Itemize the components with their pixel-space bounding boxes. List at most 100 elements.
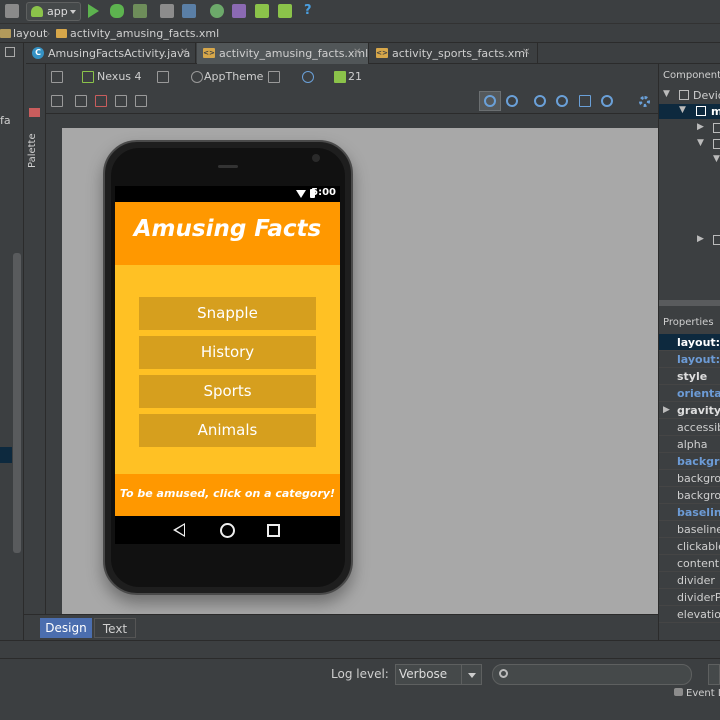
strip-scrollbar[interactable] bbox=[13, 253, 21, 553]
project-tool-icon[interactable] bbox=[5, 47, 15, 57]
property-row[interactable]: accessib bbox=[659, 419, 720, 436]
theme-select[interactable]: AppTheme bbox=[204, 70, 263, 83]
theme-icon bbox=[191, 71, 203, 83]
tree-row-device[interactable]: ▼ Devic bbox=[659, 88, 720, 103]
attach-debugger-icon[interactable] bbox=[133, 4, 147, 18]
property-row[interactable]: layout:h bbox=[659, 351, 720, 368]
activity-icon[interactable] bbox=[268, 71, 280, 83]
view-icon bbox=[713, 235, 720, 245]
android-device-icon[interactable] bbox=[255, 4, 269, 18]
category-button-animals[interactable]: Animals bbox=[139, 414, 316, 447]
property-row[interactable]: layout:w bbox=[659, 334, 720, 351]
layout-icon bbox=[696, 106, 706, 116]
orientation-icon[interactable] bbox=[157, 71, 169, 83]
tab-text[interactable]: Text bbox=[94, 618, 136, 638]
expand-arrow-icon: ▼ bbox=[663, 89, 670, 99]
project-structure-icon[interactable] bbox=[160, 4, 174, 18]
category-button-snapple[interactable]: Snapple bbox=[139, 297, 316, 330]
property-label: gravity bbox=[677, 404, 720, 417]
palette-tab[interactable]: Palette bbox=[27, 133, 38, 168]
palette-icon[interactable] bbox=[29, 108, 40, 117]
main-toolbar: app ? bbox=[0, 0, 720, 24]
run-config-select[interactable]: app bbox=[26, 2, 81, 21]
view-icon bbox=[713, 139, 720, 149]
category-button-history[interactable]: History bbox=[139, 336, 316, 369]
toggle-grid-icon[interactable] bbox=[51, 95, 63, 107]
android-sdk-icon[interactable] bbox=[5, 4, 19, 18]
log-level-label: Log level: bbox=[331, 667, 389, 681]
layout-option-icon[interactable] bbox=[75, 95, 87, 107]
tab-activity-sports-facts[interactable]: <> activity_sports_facts.xml ✕ bbox=[370, 43, 538, 64]
breadcrumb-item-layout[interactable]: layout bbox=[13, 27, 47, 40]
tree-row[interactable]: ▶ bbox=[659, 233, 720, 248]
chevron-down-icon bbox=[70, 10, 76, 14]
tree-row[interactable]: ▼ bbox=[659, 137, 720, 152]
zoom-out-icon[interactable] bbox=[556, 95, 568, 107]
resize-horizontal-icon[interactable] bbox=[115, 95, 127, 107]
component-tree-title: Component bbox=[663, 70, 720, 81]
property-row[interactable]: baseline bbox=[659, 504, 720, 521]
property-row[interactable]: style bbox=[659, 368, 720, 385]
screenshot-icon[interactable] bbox=[579, 95, 591, 107]
sync-gradle-icon[interactable] bbox=[278, 4, 292, 18]
property-row[interactable]: elevation bbox=[659, 606, 720, 623]
property-row[interactable]: alpha bbox=[659, 436, 720, 453]
breadcrumb-item-file[interactable]: activity_amusing_facts.xml bbox=[70, 27, 219, 40]
layout-variant-icon[interactable] bbox=[51, 71, 63, 83]
log-filter-combo[interactable] bbox=[708, 664, 720, 685]
property-row[interactable]: backgro bbox=[659, 487, 720, 504]
property-row[interactable]: orientat bbox=[659, 385, 720, 402]
category-button-sports[interactable]: Sports bbox=[139, 375, 316, 408]
sdk-manager-icon[interactable] bbox=[182, 4, 196, 18]
tab-design[interactable]: Design bbox=[40, 618, 92, 638]
log-search-input[interactable] bbox=[492, 664, 692, 685]
tab-activity-amusing-facts[interactable]: <> activity_amusing_facts.xml ✕ bbox=[197, 43, 369, 64]
device-select[interactable]: Nexus 4 bbox=[97, 70, 142, 83]
wifi-icon bbox=[296, 190, 306, 198]
tree-label-device: Devic bbox=[693, 89, 720, 102]
zoom-in-icon[interactable] bbox=[534, 95, 546, 107]
api-level-select[interactable]: 21 bbox=[348, 70, 362, 83]
settings-gear-icon[interactable] bbox=[639, 96, 650, 107]
clear-constraints-icon[interactable] bbox=[95, 95, 107, 107]
editor-tabs: C AmusingFactsActivity.java ✕ <> activit… bbox=[26, 43, 720, 64]
event-log-label: Event L bbox=[686, 688, 720, 699]
close-icon[interactable]: ✕ bbox=[522, 47, 530, 58]
app-body: Snapple History Sports Animals bbox=[115, 265, 340, 474]
property-row[interactable]: clickable bbox=[659, 538, 720, 555]
recents-icon[interactable] bbox=[267, 524, 280, 537]
close-icon[interactable]: ✕ bbox=[353, 47, 361, 58]
tree-row[interactable]: ▼ bbox=[659, 153, 720, 168]
tab-amusing-facts-activity[interactable]: C AmusingFactsActivity.java ✕ bbox=[26, 43, 196, 64]
property-row[interactable]: baseline. bbox=[659, 521, 720, 538]
property-row[interactable]: backgro bbox=[659, 453, 720, 470]
property-row[interactable]: ▶ gravity bbox=[659, 402, 720, 419]
tree-row-selected[interactable]: ▼ m bbox=[659, 104, 720, 119]
close-icon[interactable]: ✕ bbox=[180, 47, 188, 58]
tree-row[interactable]: ▶ bbox=[659, 121, 720, 136]
event-log-button[interactable]: Event L bbox=[674, 688, 720, 699]
help-icon[interactable]: ? bbox=[304, 4, 318, 18]
breadcrumb-separator: › bbox=[46, 27, 51, 40]
property-row[interactable]: dividerPa bbox=[659, 589, 720, 606]
debug-icon[interactable] bbox=[110, 4, 124, 18]
design-toolbar: Nexus 4 AppTheme 21 bbox=[46, 64, 658, 90]
footer-instruction: To be amused, click on a category! bbox=[119, 487, 336, 500]
property-row[interactable]: backgro bbox=[659, 470, 720, 487]
run-icon[interactable] bbox=[88, 4, 99, 18]
avd-manager-icon[interactable] bbox=[232, 4, 246, 18]
locale-globe-icon[interactable] bbox=[302, 71, 314, 83]
android-monitor-icon[interactable] bbox=[210, 4, 224, 18]
folder-icon bbox=[0, 29, 11, 38]
refresh-icon[interactable] bbox=[601, 95, 613, 107]
property-row[interactable]: contentD bbox=[659, 555, 720, 572]
xml-file-icon: <> bbox=[376, 48, 388, 58]
expand-arrow-icon[interactable]: ▶ bbox=[663, 405, 670, 415]
home-icon[interactable] bbox=[220, 523, 235, 538]
property-label: style bbox=[677, 370, 708, 383]
log-level-select[interactable]: Verbose bbox=[395, 664, 482, 685]
panel-splitter[interactable] bbox=[659, 300, 720, 306]
property-row[interactable]: divider bbox=[659, 572, 720, 589]
resize-vertical-icon[interactable] bbox=[135, 95, 147, 107]
zoom-actual-icon[interactable] bbox=[506, 95, 518, 107]
